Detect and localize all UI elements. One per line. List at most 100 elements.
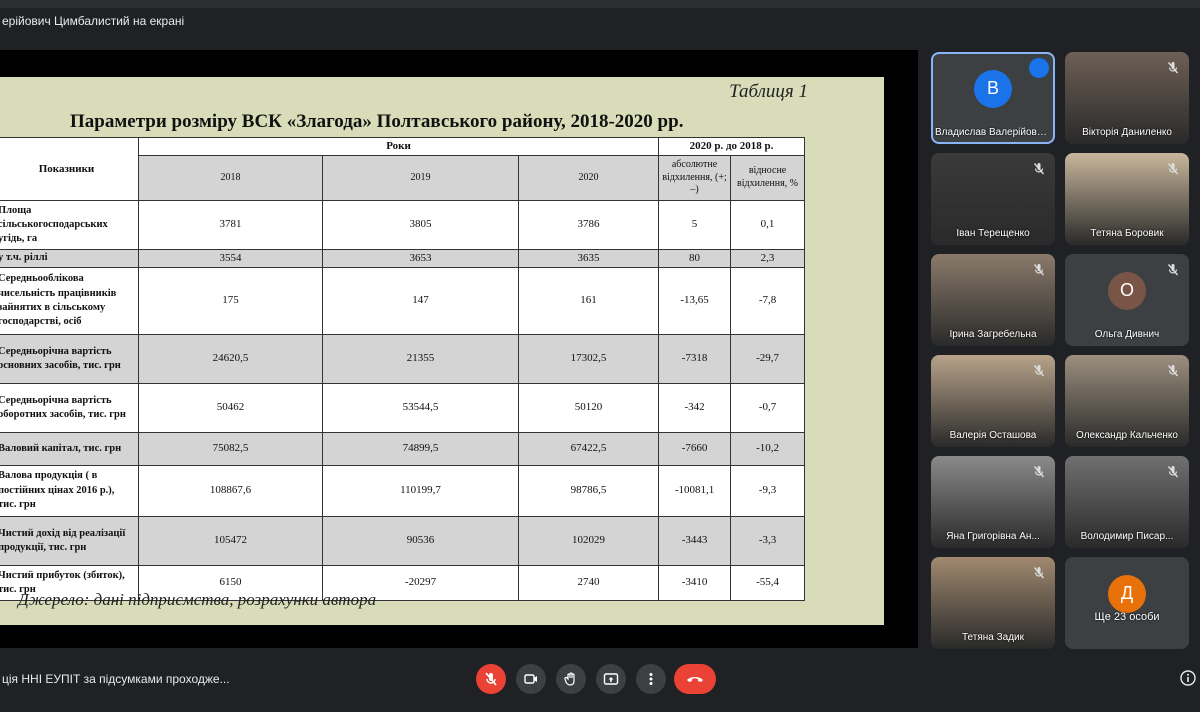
cell-abs: 80	[658, 248, 732, 268]
hand-icon	[564, 672, 575, 686]
mic-muted-icon	[1033, 163, 1045, 175]
camera-button[interactable]	[516, 664, 546, 694]
cell-v2019: 147	[322, 266, 519, 335]
header-indicators: Показники	[0, 137, 139, 201]
mic-muted-icon	[1033, 365, 1045, 377]
participant-tile[interactable]: Яна Григорівна Ан...	[931, 456, 1055, 548]
participant-tile[interactable]: Іван Терещенко	[931, 153, 1055, 245]
cell-abs: -7318	[658, 333, 732, 384]
cell-v2019: 53544,5	[322, 382, 519, 433]
table-row: Валова продукція ( в постійних цінах 201…	[0, 464, 806, 517]
table-row: Площа сільськогосподарських угідь, га 378…	[0, 199, 806, 250]
speaking-indicator-icon	[1029, 58, 1049, 78]
raise-hand-button[interactable]	[556, 664, 586, 694]
header-abs: абсолютне відхилення, (+; –)	[658, 154, 732, 201]
participant-name: Олександр Кальченко	[1076, 430, 1178, 441]
header-change: 2020 р. до 2018 р.	[658, 137, 806, 156]
table-row: Валовий капітал, тис. грн 75082,5 74899,5 6…	[0, 431, 806, 466]
table-header-row: Показники Роки 2020 р. до 2018 р.	[0, 137, 806, 201]
row-label: Середньорічна вартість основних засобів,…	[0, 333, 139, 384]
cell-abs: 5	[658, 199, 732, 250]
participant-tile[interactable]: Ірина Загребельна	[931, 254, 1055, 346]
cell-v2020: 98786,5	[517, 464, 660, 517]
presentation-slide: Таблиця 1 Параметри розміру ВСК «Злагода…	[0, 77, 884, 625]
cell-v2018: 108867,6	[138, 464, 323, 517]
row-label: Середньооблікова чисельність працівників…	[0, 266, 139, 335]
mic-muted-icon	[1033, 567, 1045, 579]
table-body: Площа сільськогосподарських угідь, га 378…	[0, 199, 806, 601]
meeting-name[interactable]: ція ННІ ЕУПІТ за підсумками проходже...	[2, 672, 230, 686]
participant-tile[interactable]: Д Ще 23 особи	[1065, 557, 1189, 649]
cell-v2018: 105472	[138, 515, 323, 566]
cell-v2018: 175	[138, 266, 323, 335]
cell-v2020: 102029	[517, 515, 660, 566]
participant-name: Владислав Валерійович Ц...	[935, 127, 1055, 138]
cell-rel: -3,3	[730, 515, 806, 566]
mic-muted-icon	[1167, 264, 1179, 276]
cell-abs: -342	[658, 382, 732, 433]
participant-grid: В Владислав Валерійович Ц... Вікторія Дани…	[928, 50, 1200, 650]
cell-rel: -9,3	[730, 464, 806, 517]
cell-v2020: 2740	[517, 564, 660, 601]
header-rel: відносне відхилення, %	[730, 154, 806, 201]
cell-v2020: 17302,5	[517, 333, 660, 384]
participant-name: Володимир Писар...	[1080, 531, 1174, 542]
row-label: у т.ч. ріллі	[0, 248, 139, 268]
mic-off-icon	[485, 672, 497, 686]
window-strip	[0, 0, 1200, 8]
present-button[interactable]	[596, 664, 626, 694]
table-row: у т.ч. ріллі 3554 3653 3635 80 2,3	[0, 248, 806, 268]
camera-icon	[524, 674, 537, 684]
cell-v2019: 3653	[322, 248, 519, 268]
participant-tile[interactable]: Вікторія Даниленко	[1065, 52, 1189, 144]
leave-call-button[interactable]	[674, 664, 716, 694]
table-row: Середньооблікова чисельність працівників…	[0, 266, 806, 335]
participant-name: Тетяна Задик	[961, 632, 1025, 643]
cell-abs: -3410	[658, 564, 732, 601]
mic-off-button[interactable]	[476, 664, 506, 694]
participant-name: Тетяна Боровик	[1090, 228, 1164, 239]
row-label: Чистий дохід від реалізації продукції, т…	[0, 515, 139, 566]
participant-tile[interactable]: О Ольга Дивнич	[1065, 254, 1189, 346]
hang-up-icon	[687, 677, 703, 682]
cell-abs: -13,65	[658, 266, 732, 335]
participant-name: Ще 23 особи	[1094, 611, 1160, 623]
cell-rel: -55,4	[730, 564, 806, 601]
participant-tile[interactable]: В Владислав Валерійович Ц...	[931, 52, 1055, 144]
table-title: Параметри розміру ВСК «Злагода» Полтавсь…	[70, 111, 684, 132]
cell-rel: -0,7	[730, 382, 806, 433]
more-options-button[interactable]	[636, 664, 666, 694]
participant-tile[interactable]: Тетяна Боровик	[1065, 153, 1189, 245]
participant-avatar: В	[974, 69, 1012, 108]
cell-v2019: 90536	[322, 515, 519, 566]
table-row: Середньорічна вартість оборотних засобів…	[0, 382, 806, 433]
cell-v2020: 161	[517, 266, 660, 335]
cell-rel: -10,2	[730, 431, 806, 466]
participant-tile[interactable]: Олександр Кальченко	[1065, 355, 1189, 447]
cell-v2020: 3635	[517, 248, 660, 268]
header-2020: 2020	[517, 154, 660, 201]
participant-tile[interactable]: Володимир Писар...	[1065, 456, 1189, 548]
table-row: Чистий дохід від реалізації продукції, т…	[0, 515, 806, 566]
cell-abs: -10081,1	[658, 464, 732, 517]
participant-avatar: Д	[1108, 574, 1146, 613]
participant-tile[interactable]: Валерія Осташова	[931, 355, 1055, 447]
present-icon	[603, 673, 619, 685]
cell-v2020: 50120	[517, 382, 660, 433]
cell-v2018: 50462	[138, 382, 323, 433]
cell-abs: -7660	[658, 431, 732, 466]
cell-v2019: 21355	[322, 333, 519, 384]
mic-muted-icon	[1167, 466, 1179, 478]
info-icon[interactable]	[1180, 670, 1196, 686]
participant-name: Іван Терещенко	[956, 228, 1030, 239]
presenter-label: ерійович Цимбалистий на екрані	[2, 14, 185, 28]
bottom-bar: ція ННІ ЕУПІТ за підсумками проходже...	[0, 650, 1200, 712]
mic-muted-icon	[1167, 163, 1179, 175]
header-years: Роки	[137, 137, 660, 156]
table-caption: Таблиця 1	[729, 81, 808, 102]
participant-tile[interactable]: Тетяна Задик	[931, 557, 1055, 649]
table-source: Джерело: дані підприємства, розрахунки а…	[18, 590, 377, 609]
row-label: Площа сільськогосподарських угідь, га	[0, 199, 139, 250]
row-label: Середньорічна вартість оборотних засобів…	[0, 382, 139, 433]
cell-rel: -7,8	[730, 266, 806, 335]
